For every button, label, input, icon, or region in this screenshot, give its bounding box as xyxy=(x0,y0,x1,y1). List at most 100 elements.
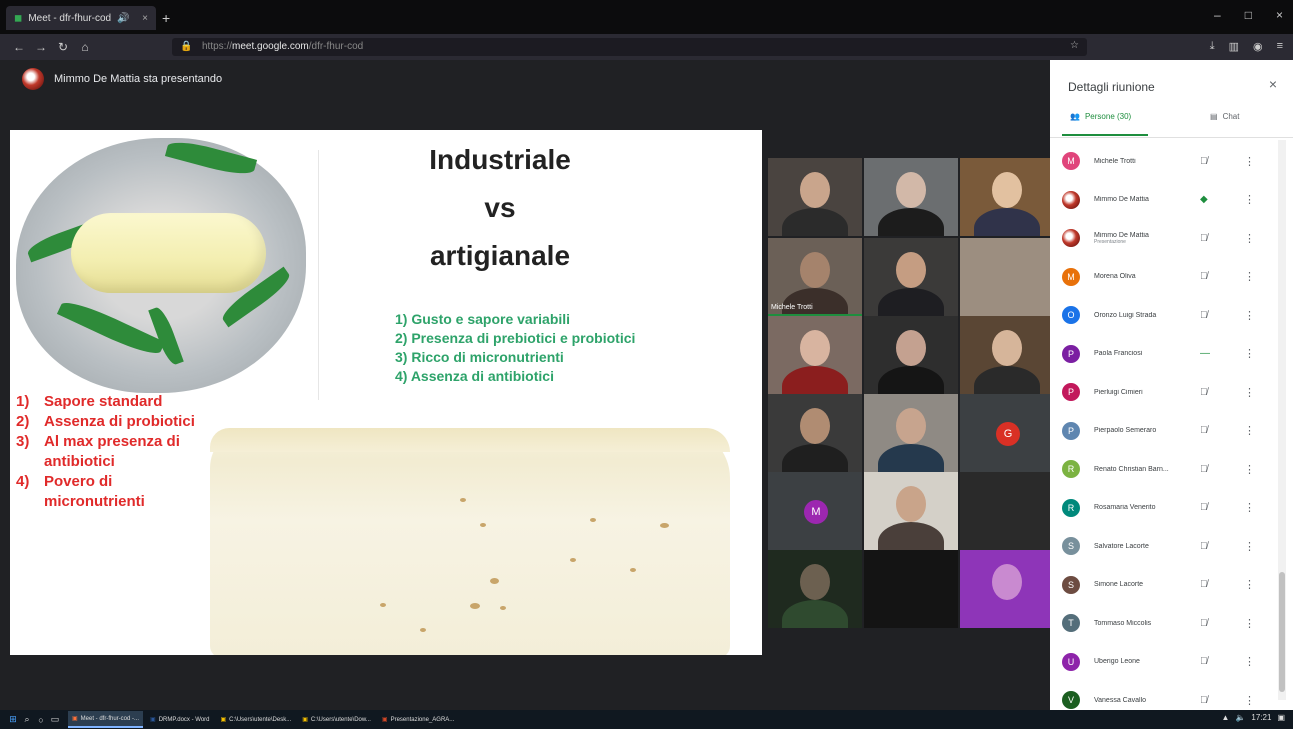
video-tile[interactable] xyxy=(768,316,862,394)
more-options-icon[interactable]: ⋮ xyxy=(1244,155,1255,168)
video-tile[interactable] xyxy=(864,158,958,236)
tab-people[interactable]: 👥 Persone (30) xyxy=(1070,112,1131,121)
video-tile[interactable]: G xyxy=(960,394,1054,472)
video-tile[interactable] xyxy=(960,550,1054,628)
mic-muted-icon[interactable]: 🎙̸ xyxy=(1200,502,1208,513)
taskbar-app[interactable]: ▣ DRMP.docx - Word xyxy=(146,711,213,728)
sync-icon[interactable]: ◉ xyxy=(1253,40,1263,53)
more-options-icon[interactable]: ⋮ xyxy=(1244,347,1255,360)
participant-row[interactable]: S Salvatore Lacorte 🎙̸ ⋮ xyxy=(1050,527,1280,565)
panel-scrollbar-thumb[interactable] xyxy=(1279,572,1285,692)
mic-muted-icon[interactable]: 🎙̸ xyxy=(1200,541,1208,552)
participant-row[interactable]: M Michele Trotti 🎙̸ ⋮ xyxy=(1050,142,1280,180)
mic-muted-icon[interactable]: 🎙̸ xyxy=(1200,695,1208,706)
participant-row[interactable]: O Oronzo Luigi Strada 🎙̸ ⋮ xyxy=(1050,296,1280,334)
video-tile[interactable] xyxy=(864,238,958,316)
url-bar[interactable]: 🔒 https://meet.google.com/dfr-fhur-cod ☆ xyxy=(172,38,1087,56)
taskbar-app[interactable]: ▣ C:\Users\utente\Dow... xyxy=(298,711,375,728)
more-options-icon[interactable]: ⋮ xyxy=(1244,424,1255,437)
participant-list[interactable]: M Michele Trotti 🎙̸ ⋮ Mimmo De Mattia ◆ ⋮ Mimmo… xyxy=(1050,140,1280,710)
more-options-icon[interactable]: ⋮ xyxy=(1244,694,1255,707)
mic-muted-icon[interactable]: 🎙̸ xyxy=(1200,425,1208,436)
video-tile[interactable]: M xyxy=(768,472,862,550)
home-icon[interactable]: ⌂ xyxy=(74,40,96,54)
more-options-icon[interactable]: ⋮ xyxy=(1244,540,1255,553)
back-icon[interactable]: ← xyxy=(8,40,30,54)
more-options-icon[interactable]: ⋮ xyxy=(1244,232,1255,245)
speaking-indicator-icon[interactable]: ◆ xyxy=(1200,194,1208,205)
more-options-icon[interactable]: ⋮ xyxy=(1244,655,1255,668)
video-tile[interactable] xyxy=(960,238,1054,316)
participant-row[interactable]: R Rosamaria Venerito 🎙̸ ⋮ xyxy=(1050,489,1280,527)
more-options-icon[interactable]: ⋮ xyxy=(1244,463,1255,476)
bookmark-star-icon[interactable]: ☆ xyxy=(1070,40,1079,51)
forward-icon[interactable]: → xyxy=(30,40,52,54)
video-tile[interactable] xyxy=(864,316,958,394)
video-tile[interactable] xyxy=(960,158,1054,236)
participant-row[interactable]: U Uberigo Leone 🎙̸ ⋮ xyxy=(1050,643,1280,681)
search-icon[interactable]: ⌕ xyxy=(20,714,34,725)
participant-row[interactable]: R Renato Christian Barn... 🎙̸ ⋮ xyxy=(1050,450,1280,488)
participant-row[interactable]: Mimmo De Mattia Presentazione 🎙̸ ⋮ xyxy=(1050,219,1280,257)
more-options-icon[interactable]: ⋮ xyxy=(1244,270,1255,283)
more-options-icon[interactable]: ⋮ xyxy=(1244,617,1255,630)
participant-row[interactable]: M Morena Oliva 🎙̸ ⋮ xyxy=(1050,258,1280,296)
mic-muted-icon[interactable]: 🎙̸ xyxy=(1200,618,1208,629)
video-tile[interactable] xyxy=(864,394,958,472)
library-icon[interactable]: ▥ xyxy=(1229,40,1239,53)
notification-icon[interactable]: ▣ xyxy=(1277,713,1285,722)
windows-start-icon[interactable]: ⊞ xyxy=(6,714,20,725)
video-tile[interactable]: Michele Trotti xyxy=(768,238,862,316)
participant-row[interactable]: Mimmo De Mattia ◆ ⋮ xyxy=(1050,181,1280,219)
mic-muted-icon[interactable]: 🎙̸ xyxy=(1200,271,1208,282)
video-tile[interactable] xyxy=(768,550,862,628)
taskbar-app[interactable]: ▣ C:\Users\utente\Desk... xyxy=(217,711,296,728)
clock[interactable]: 17:21 xyxy=(1251,713,1271,722)
participant-row[interactable]: S Simone Lacorte 🎙̸ ⋮ xyxy=(1050,566,1280,604)
reload-icon[interactable]: ↻ xyxy=(52,40,74,54)
video-tile[interactable] xyxy=(768,394,862,472)
more-options-icon[interactable]: ⋮ xyxy=(1244,501,1255,514)
video-tile[interactable] xyxy=(960,316,1054,394)
taskbar-app[interactable]: ▣ Presentazione_AGRA... xyxy=(378,711,458,728)
close-window-button[interactable]: × xyxy=(1276,8,1283,22)
mic-muted-icon[interactable]: 🎙̸ xyxy=(1200,387,1208,398)
more-options-icon[interactable]: ⋮ xyxy=(1244,193,1255,206)
speaker-icon[interactable]: 🔊 xyxy=(117,13,129,24)
mic-muted-icon[interactable]: 🎙̸ xyxy=(1200,464,1208,475)
participant-row[interactable]: P Paola Franciosi — ⋮ xyxy=(1050,335,1280,373)
more-options-icon[interactable]: ⋮ xyxy=(1244,386,1255,399)
taskbar-app[interactable]: ▣ Meet - dfr-fhur-cod -... xyxy=(68,711,144,728)
video-tile[interactable] xyxy=(960,472,1054,550)
more-options-icon[interactable]: ⋮ xyxy=(1244,309,1255,322)
browser-tab[interactable]: ◼ Meet - dfr-fhur-cod 🔊 × xyxy=(6,6,156,30)
mic-muted-icon[interactable]: 🎙̸ xyxy=(1200,579,1208,590)
mic-muted-icon[interactable]: 🎙̸ xyxy=(1200,156,1208,167)
mic-muted-icon[interactable]: 🎙̸ xyxy=(1200,656,1208,667)
task-view-icon[interactable]: ▭ xyxy=(48,714,62,725)
close-icon[interactable]: × xyxy=(1269,76,1277,92)
video-tile[interactable] xyxy=(768,158,862,236)
download-icon[interactable]: ⤓ xyxy=(1210,40,1215,53)
more-options-icon[interactable]: ⋮ xyxy=(1244,578,1255,591)
network-icon[interactable]: ▲ xyxy=(1222,713,1230,722)
cortana-icon[interactable]: ○ xyxy=(34,715,48,725)
minimize-button[interactable]: – xyxy=(1214,8,1221,22)
participant-row[interactable]: P Pierluigi Cimieri 🎙̸ ⋮ xyxy=(1050,373,1280,411)
participant-row[interactable]: V Vanessa Cavallo 🎙̸ ⋮ xyxy=(1050,681,1280,710)
volume-icon[interactable]: 🔈 xyxy=(1235,713,1245,722)
mic-muted-icon[interactable]: 🎙̸ xyxy=(1200,233,1208,244)
video-tile[interactable] xyxy=(864,472,958,550)
menu-icon[interactable]: ≡ xyxy=(1277,40,1283,53)
mic-muted-icon[interactable]: 🎙̸ xyxy=(1200,310,1208,321)
new-tab-button[interactable]: + xyxy=(162,10,170,26)
audio-level-icon[interactable]: — xyxy=(1200,348,1210,359)
tab-chat[interactable]: ▤ Chat xyxy=(1210,112,1239,121)
list-number: 4) xyxy=(16,473,30,490)
participant-row[interactable]: T Tommaso Miccolis 🎙̸ ⋮ xyxy=(1050,604,1280,642)
video-tile[interactable] xyxy=(864,550,958,628)
cheese-wheel-image xyxy=(210,428,730,655)
participant-row[interactable]: P Pierpaolo Semeraro 🎙̸ ⋮ xyxy=(1050,412,1280,450)
tab-close-icon[interactable]: × xyxy=(142,13,148,24)
maximize-button[interactable]: □ xyxy=(1245,8,1252,22)
